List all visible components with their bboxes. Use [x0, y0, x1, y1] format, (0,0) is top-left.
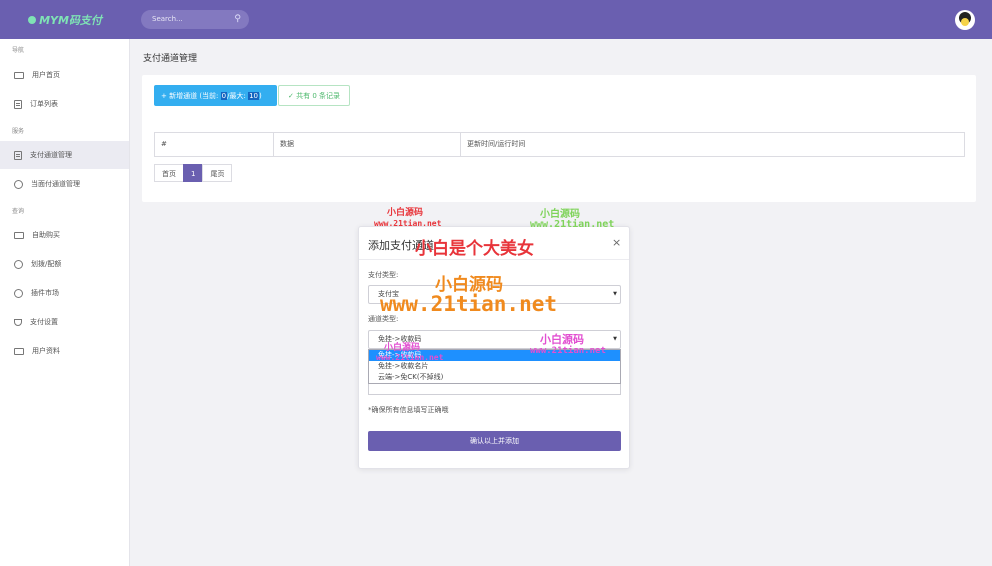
document-icon: [14, 99, 22, 109]
watermark-text: www.21tian.net: [530, 346, 606, 356]
sidebar-group-query: 查询: [12, 208, 25, 215]
logo-icon: [28, 15, 37, 24]
sidebar-group-nav: 导航: [12, 47, 25, 54]
sidebar-item-channel-manage[interactable]: 支付通道管理: [0, 141, 129, 169]
add-button-prefix: + 新增通道 (当前:: [161, 91, 219, 100]
search-icon[interactable]: ⚲: [234, 10, 241, 29]
watermark-text: 小白源码: [384, 343, 421, 353]
sidebar-item-plugin-market[interactable]: 插件市场: [0, 279, 129, 307]
search-placeholder: Search...: [152, 15, 183, 23]
channel-table: # 数据 更新时间/运行时间: [154, 132, 965, 157]
sidebar-item-label: 用户资料: [32, 347, 60, 355]
sidebar-item-label: 订单列表: [30, 100, 58, 108]
chevron-down-icon: ▼: [613, 291, 617, 297]
sidebar: 导航 用户首页 订单列表 服务 支付通道管理 当面付通道管理 查询 自助购买 划…: [0, 39, 130, 566]
pager-page-1[interactable]: 1: [183, 164, 204, 182]
monitor-icon: [14, 231, 24, 239]
refresh-icon: [14, 259, 23, 269]
sidebar-item-label: 用户首页: [32, 71, 60, 79]
sidebar-item-self-purchase[interactable]: 自助购买: [0, 221, 129, 249]
sidebar-item-label: 自助购买: [32, 231, 60, 239]
user-avatar[interactable]: [955, 10, 975, 30]
table-header-time: 更新时间/运行时间: [467, 140, 526, 148]
watermark-text: www.21tian.net: [530, 219, 615, 230]
confirm-add-button[interactable]: 确认以上并添加: [368, 431, 621, 451]
wallet-icon: [14, 347, 24, 355]
watermark-text: 小白源码: [387, 208, 424, 218]
table-header-data: 数据: [274, 133, 461, 156]
brand-name: MYM码支付: [39, 13, 102, 27]
document-icon: [14, 150, 22, 160]
dropdown-option[interactable]: 免挂->收款名片: [369, 361, 620, 372]
table-header-index: #: [155, 133, 274, 156]
sidebar-item-pay-settings[interactable]: 支付设置: [0, 308, 129, 336]
trophy-icon: [14, 318, 22, 326]
watermark-big-title: 小白是个大美女: [415, 239, 534, 259]
sidebar-item-label: 划拨/配额: [31, 260, 62, 268]
plugin-icon: [14, 288, 23, 298]
hidden-input-field[interactable]: [368, 384, 621, 395]
pager-last[interactable]: 尾页: [202, 164, 233, 182]
watermark-text: www.21tian.net: [374, 219, 442, 228]
sidebar-item-label: 支付通道管理: [30, 151, 72, 159]
search-input[interactable]: Search... ⚲: [141, 10, 249, 29]
form-note: *确保所有信息填写正确哦: [368, 406, 449, 414]
add-button-suffix: ): [258, 91, 262, 100]
sidebar-item-quota[interactable]: 划拨/配额: [0, 250, 129, 278]
sidebar-item-user-profile[interactable]: 用户资料: [0, 337, 129, 365]
sidebar-item-label: 当面付通道管理: [31, 180, 80, 188]
modal-divider: [359, 259, 629, 260]
pay-type-label: 支付类型:: [368, 271, 399, 279]
pager-first[interactable]: 首页: [154, 164, 184, 182]
circle-icon: [14, 179, 23, 189]
watermark-text: 小白源码: [540, 209, 580, 220]
chevron-down-icon: ▼: [613, 336, 617, 342]
dropdown-option[interactable]: 云端->免CK(不掉线): [369, 372, 620, 383]
add-channel-button[interactable]: + 新增通道 (当前: 0/最大: 10): [154, 85, 277, 106]
monitor-icon: [14, 71, 24, 79]
sidebar-item-label: 支付设置: [30, 318, 58, 326]
sidebar-item-facepay-manage[interactable]: 当面付通道管理: [0, 170, 129, 198]
page-title: 支付通道管理: [143, 54, 198, 64]
max-count: 10: [248, 91, 259, 100]
avatar-face: [961, 18, 969, 26]
sidebar-item-order-list[interactable]: 订单列表: [0, 90, 129, 118]
sidebar-item-label: 插件市场: [31, 289, 59, 297]
watermark-text: www.21tian.net: [376, 353, 444, 362]
sidebar-group-service: 服务: [12, 128, 25, 135]
brand-logo[interactable]: MYM码支付: [0, 0, 130, 39]
top-bar: MYM码支付 Search... ⚲: [0, 0, 992, 39]
record-count-badge: ✓ 共有 0 条记录: [278, 85, 350, 106]
pagination: 首页 1 尾页: [154, 164, 233, 182]
sidebar-item-user-home[interactable]: 用户首页: [0, 61, 129, 89]
close-icon[interactable]: ×: [612, 236, 621, 249]
add-button-middle: /最大:: [227, 91, 246, 100]
watermark-big-url: www.21tian.net: [380, 292, 558, 316]
watermark-text: 小白源码: [540, 333, 584, 346]
